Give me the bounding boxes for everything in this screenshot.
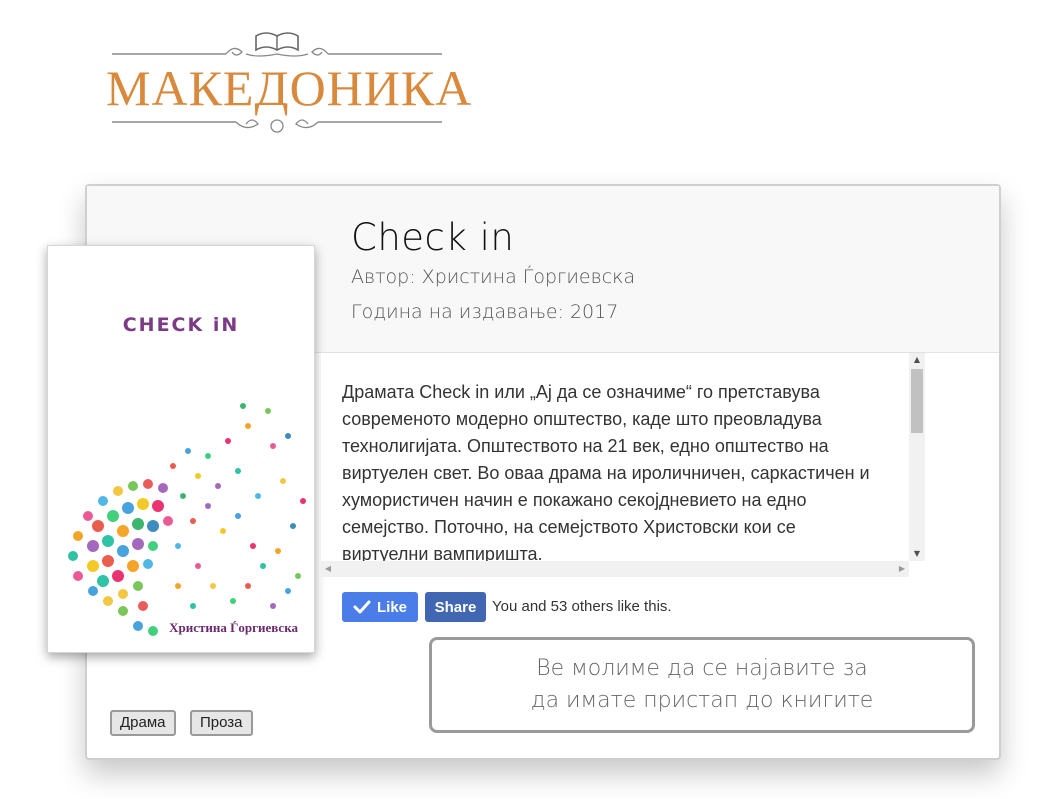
- book-card: Check in Автор: Христина Ѓоргиевска Годи…: [47, 184, 1001, 760]
- scroll-down-arrow-icon[interactable]: ▼: [909, 547, 925, 561]
- facebook-like-button[interactable]: Like: [342, 592, 418, 622]
- site-logo[interactable]: МАКЕДОНИКА: [106, 18, 473, 142]
- description-box[interactable]: Драмата Check in или „Ај да се означиме“…: [321, 352, 925, 577]
- logo-wordmark: МАКЕДОНИКА: [106, 60, 473, 116]
- checkmark-icon: [353, 600, 371, 614]
- book-description: Драмата Check in или „Ај да се означиме“…: [342, 382, 870, 564]
- facebook-share-button[interactable]: Share: [425, 592, 486, 622]
- share-label: Share: [434, 598, 477, 616]
- like-label: Like: [376, 598, 407, 616]
- book-author: Автор: Христина Ѓоргиевска: [351, 266, 636, 288]
- login-prompt-line-2: да имате пристап до книгите: [530, 688, 874, 713]
- vertical-scrollbar[interactable]: ▲ ▼: [909, 353, 925, 561]
- like-count-text: You and 53 others like this.: [492, 598, 672, 615]
- genre-tag-prose[interactable]: Проза: [190, 710, 253, 736]
- scroll-left-arrow-icon[interactable]: ◀: [321, 561, 335, 577]
- scrollbar-thumb[interactable]: [911, 369, 923, 433]
- cover-author: Христина Ѓоргиевска: [169, 620, 298, 635]
- login-prompt-box[interactable]: Ве молиме да се најавите за да имате при…: [429, 637, 975, 733]
- book-cover[interactable]: CHECK iN Христина Ѓоргиевска: [47, 245, 315, 653]
- cover-head-illustration-icon: [68, 403, 306, 636]
- cover-title: CHECK iN: [122, 314, 240, 336]
- book-year: Година на издавање: 2017: [351, 301, 619, 323]
- book-title: Check in: [351, 216, 515, 259]
- scroll-right-arrow-icon[interactable]: ▶: [895, 561, 909, 577]
- horizontal-scrollbar[interactable]: ◀ ▶: [321, 561, 909, 577]
- login-prompt-line-1: Ве молиме да се најавите за: [536, 656, 868, 681]
- genre-tag-drama[interactable]: Драма: [110, 710, 176, 736]
- scroll-up-arrow-icon[interactable]: ▲: [909, 353, 925, 367]
